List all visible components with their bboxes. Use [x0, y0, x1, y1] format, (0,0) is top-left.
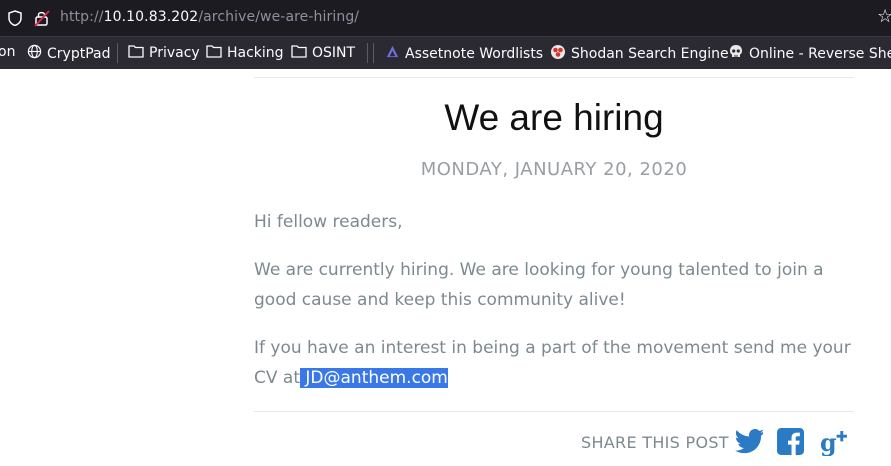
folder-icon: [206, 44, 222, 62]
bookmark-label: Online - Reverse Shel: [749, 46, 891, 62]
bookmark-star-icon[interactable]: ☆: [877, 6, 891, 27]
url-scheme: http://: [60, 9, 104, 25]
globe-icon: [27, 44, 42, 63]
twitter-icon[interactable]: [735, 428, 765, 458]
bookmark-label: CryptPad: [47, 45, 111, 62]
shodan-logo-icon: [550, 44, 566, 64]
post-greeting: Hi fellow readers,: [254, 212, 403, 232]
bookmark-item-assetnote[interactable]: Assetnote Wordlists: [385, 44, 543, 63]
bookmark-item-reverse-shell[interactable]: Online - Reverse Shel: [728, 44, 891, 64]
folder-icon: [128, 44, 144, 62]
post-title: We are hiring: [444, 97, 664, 138]
bookmark-separator: [367, 43, 368, 63]
url-bar: http://10.10.83.202/archive/we-are-hirin…: [0, 0, 891, 36]
google-plus-icon[interactable]: g: [820, 428, 849, 460]
blog-post: We are hiring MONDAY, JANUARY 20, 2020 H…: [0, 69, 891, 466]
top-divider: [254, 77, 854, 78]
bookmark-label: Shodan Search Engine: [571, 46, 729, 62]
bookmarks-toolbar: on CryptPad Privacy Hacking OSINT Assetn…: [0, 36, 891, 69]
assetnote-logo-icon: [385, 44, 400, 63]
share-label: SHARE THIS POST: [581, 433, 729, 452]
svg-text:g: g: [820, 429, 837, 456]
bottom-divider: [254, 411, 854, 412]
bookmark-item-shodan[interactable]: Shodan Search Engine: [550, 44, 729, 64]
bookmark-label: on: [0, 44, 16, 60]
post-paragraph-1: We are currently hiring. We are looking …: [254, 260, 824, 310]
insecure-lock-icon[interactable]: [34, 9, 50, 31]
bookmark-separator: [373, 43, 374, 63]
url-host: 10.10.83.202: [103, 9, 199, 25]
bookmark-label: Hacking: [227, 45, 284, 61]
bookmark-label: OSINT: [312, 45, 356, 61]
tracking-shield-icon[interactable]: [8, 10, 22, 30]
email-link[interactable]: JD@anthem.com: [300, 368, 448, 388]
post-date: MONDAY, JANUARY 20, 2020: [420, 159, 688, 180]
address-field[interactable]: http://10.10.83.202/archive/we-are-hirin…: [60, 9, 359, 25]
bookmark-separator: [117, 43, 118, 63]
facebook-icon[interactable]: [777, 428, 804, 459]
bookmark-item-partial[interactable]: on: [0, 44, 15, 60]
bookmark-folder-hacking[interactable]: Hacking: [206, 44, 284, 62]
bookmark-item-cryptpad[interactable]: CryptPad: [27, 44, 110, 63]
bookmark-label: Privacy: [149, 45, 200, 61]
url-path: /archive/we-are-hiring/: [198, 9, 360, 25]
bookmark-folder-osint[interactable]: OSINT: [291, 44, 355, 62]
bookmark-label: Assetnote Wordlists: [405, 45, 544, 62]
skull-icon: [728, 44, 744, 64]
post-paragraph-2: If you have an interest in being a part …: [254, 333, 854, 393]
bookmark-folder-privacy[interactable]: Privacy: [128, 44, 200, 62]
folder-icon: [291, 44, 307, 62]
